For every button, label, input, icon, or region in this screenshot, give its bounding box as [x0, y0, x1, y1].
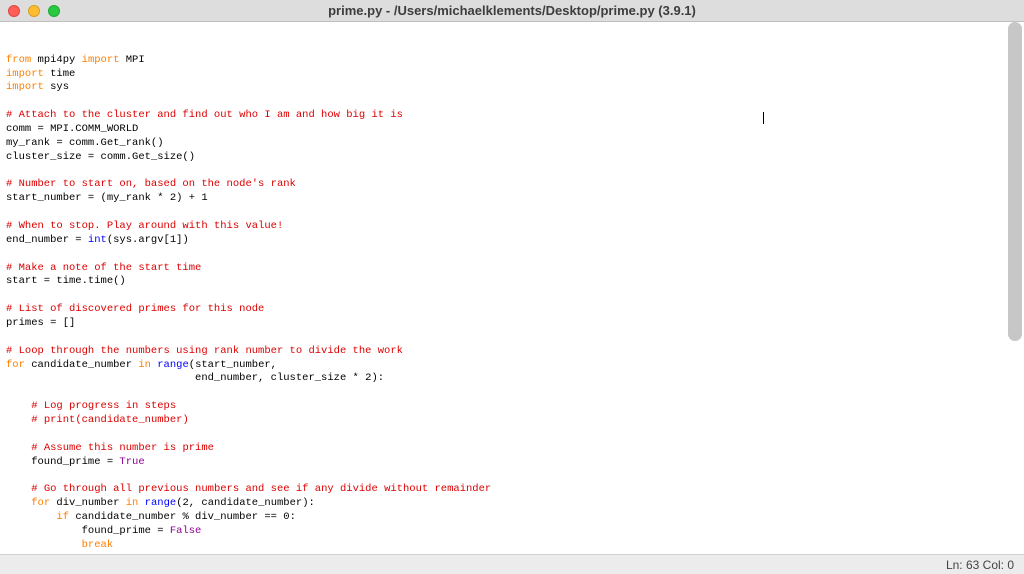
code-line[interactable]: my_rank = comm.Get_rank() [6, 137, 1018, 151]
code-line[interactable]: start = time.time() [6, 275, 1018, 289]
code-line[interactable] [6, 206, 1018, 220]
text-caret [763, 112, 764, 124]
code-line[interactable]: end_number, cluster_size * 2): [6, 372, 1018, 386]
code-line[interactable] [6, 428, 1018, 442]
cursor-position: Ln: 63 Col: 0 [946, 558, 1014, 572]
code-editor[interactable]: from mpi4py import MPIimport timeimport … [0, 22, 1024, 554]
code-line[interactable]: # Loop through the numbers using rank nu… [6, 345, 1018, 359]
code-line[interactable]: comm = MPI.COMM_WORLD [6, 123, 1018, 137]
code-line[interactable]: import sys [6, 81, 1018, 95]
code-line[interactable]: start_number = (my_rank * 2) + 1 [6, 192, 1018, 206]
code-line[interactable]: # Log progress in steps [6, 400, 1018, 414]
code-line[interactable]: # Assume this number is prime [6, 442, 1018, 456]
code-line[interactable]: for div_number in range(2, candidate_num… [6, 497, 1018, 511]
code-line[interactable]: break [6, 539, 1018, 553]
code-line[interactable]: # When to stop. Play around with this va… [6, 220, 1018, 234]
code-line[interactable]: from mpi4py import MPI [6, 54, 1018, 68]
code-line[interactable]: # Number to start on, based on the node'… [6, 178, 1018, 192]
code-line[interactable]: found_prime = False [6, 525, 1018, 539]
window-title: prime.py - /Users/michaelklements/Deskto… [0, 3, 1024, 18]
code-line[interactable] [6, 470, 1018, 484]
code-line[interactable] [6, 289, 1018, 303]
vertical-scrollbar[interactable] [1008, 22, 1022, 554]
code-line[interactable]: found_prime = True [6, 456, 1018, 470]
code-line[interactable]: # print(candidate_number) [6, 414, 1018, 428]
code-line[interactable]: cluster_size = comm.Get_size() [6, 151, 1018, 165]
code-line[interactable] [6, 331, 1018, 345]
code-line[interactable]: if candidate_number % div_number == 0: [6, 511, 1018, 525]
code-line[interactable]: # Attach to the cluster and find out who… [6, 109, 1018, 123]
code-line[interactable]: # Go through all previous numbers and se… [6, 483, 1018, 497]
scrollbar-thumb[interactable] [1008, 22, 1022, 341]
code-line[interactable] [6, 248, 1018, 262]
code-line[interactable] [6, 553, 1018, 554]
code-line[interactable] [6, 386, 1018, 400]
code-line[interactable]: import time [6, 68, 1018, 82]
titlebar: prime.py - /Users/michaelklements/Deskto… [0, 0, 1024, 22]
code-line[interactable]: for candidate_number in range(start_numb… [6, 359, 1018, 373]
code-line[interactable]: primes = [] [6, 317, 1018, 331]
code-line[interactable]: # List of discovered primes for this nod… [6, 303, 1018, 317]
code-line[interactable] [6, 165, 1018, 179]
statusbar: Ln: 63 Col: 0 [0, 554, 1024, 574]
code-line[interactable] [6, 95, 1018, 109]
code-line[interactable]: # Make a note of the start time [6, 262, 1018, 276]
code-line[interactable]: end_number = int(sys.argv[1]) [6, 234, 1018, 248]
